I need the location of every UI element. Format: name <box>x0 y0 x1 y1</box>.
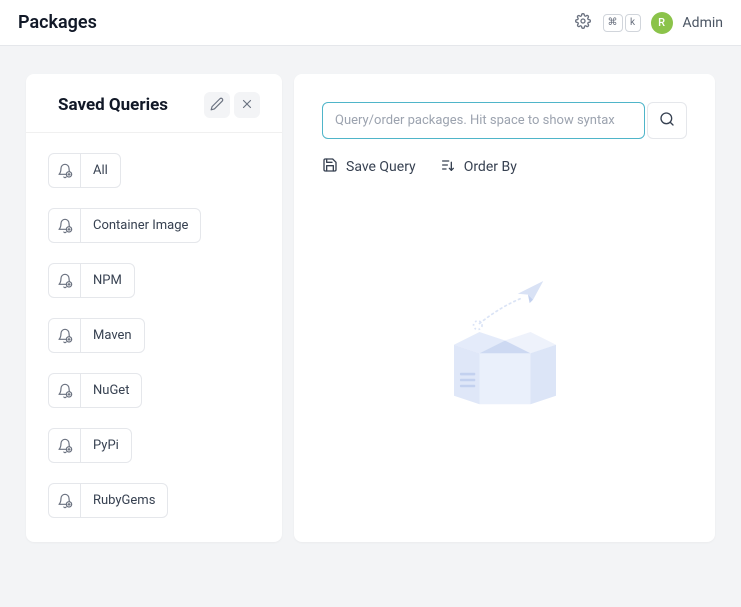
saved-query-label: NuGet <box>81 374 141 407</box>
pencil-icon <box>210 97 224 114</box>
saved-queries-actions <box>204 92 260 118</box>
saved-query-label: PyPi <box>81 429 131 462</box>
search-button[interactable] <box>647 102 687 139</box>
bell-plus-icon <box>49 264 81 297</box>
sort-icon <box>440 157 456 177</box>
saved-query-label: RubyGems <box>81 484 167 517</box>
order-by-label: Order By <box>464 159 517 175</box>
avatar-initial: R <box>658 16 665 29</box>
save-query-button[interactable]: Save Query <box>322 155 416 179</box>
saved-queries-header: Saved Queries <box>26 74 282 133</box>
user-name[interactable]: Admin <box>683 15 723 31</box>
saved-query-maven[interactable]: Maven <box>48 318 145 353</box>
save-query-label: Save Query <box>346 159 416 175</box>
search-row <box>322 102 687 139</box>
kbd-cmd: ⌘ <box>603 14 623 32</box>
edit-queries-button[interactable] <box>204 92 230 118</box>
saved-queries-list: All Container Image NPM Maven <box>26 133 282 542</box>
header-right: ⌘ k R Admin <box>573 12 723 34</box>
saved-query-label: Container Image <box>81 209 200 242</box>
bell-plus-icon <box>49 484 81 517</box>
saved-query-pypi[interactable]: PyPi <box>48 428 132 463</box>
clear-queries-button[interactable] <box>234 92 260 118</box>
saved-query-label: NPM <box>81 264 134 297</box>
saved-query-label: All <box>81 154 120 187</box>
gear-icon <box>575 13 591 32</box>
avatar[interactable]: R <box>651 12 673 34</box>
search-icon <box>659 111 675 130</box>
saved-query-container-image[interactable]: Container Image <box>48 208 201 243</box>
bell-plus-icon <box>49 429 81 462</box>
bell-plus-icon <box>49 319 81 352</box>
kbd-key: k <box>625 14 641 32</box>
saved-query-rubygems[interactable]: RubyGems <box>48 483 168 518</box>
action-row: Save Query Order By <box>322 155 687 179</box>
bell-plus-icon <box>49 374 81 407</box>
search-input[interactable] <box>322 102 645 139</box>
empty-box-icon <box>420 264 590 438</box>
saved-query-label: Maven <box>81 319 144 352</box>
order-by-button[interactable]: Order By <box>440 155 517 179</box>
header: Packages ⌘ k R Admin <box>0 0 741 46</box>
content: Saved Queries All <box>0 46 741 570</box>
main-card: Save Query Order By <box>294 74 715 542</box>
saved-query-npm[interactable]: NPM <box>48 263 135 298</box>
save-icon <box>322 157 338 177</box>
empty-state <box>322 179 687 522</box>
saved-query-nuget[interactable]: NuGet <box>48 373 142 408</box>
shortcut-hint[interactable]: ⌘ k <box>603 14 641 32</box>
bell-plus-icon <box>49 209 81 242</box>
saved-query-all[interactable]: All <box>48 153 121 188</box>
saved-queries-title: Saved Queries <box>58 95 168 115</box>
close-icon <box>240 97 254 114</box>
bell-plus-icon <box>49 154 81 187</box>
page-title: Packages <box>18 12 97 33</box>
settings-button[interactable] <box>573 13 593 33</box>
saved-queries-card: Saved Queries All <box>26 74 282 542</box>
